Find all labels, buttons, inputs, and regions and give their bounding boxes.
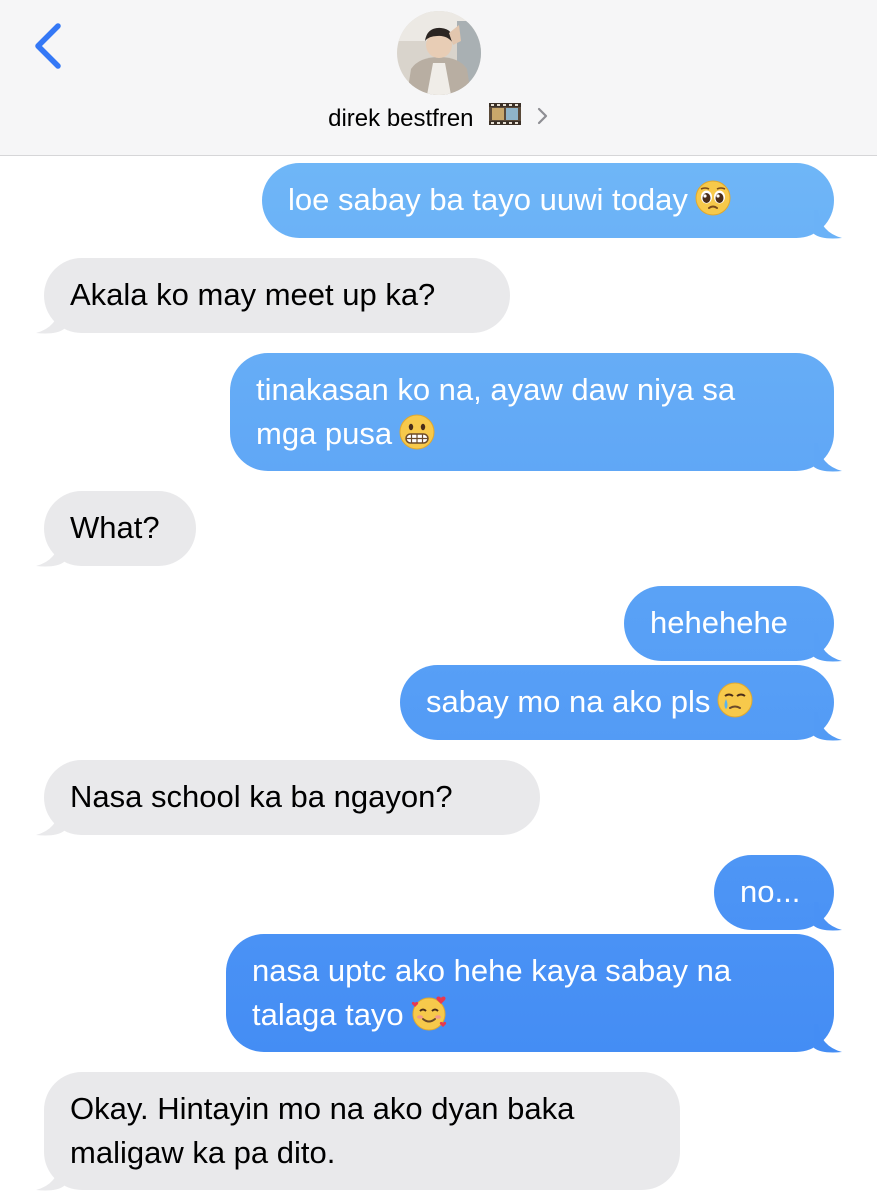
contact-avatar[interactable] <box>397 11 481 95</box>
message-text: nasa uptc ako hehe kaya sabay na talaga … <box>252 953 732 1032</box>
message-text: Okay. Hintayin mo na ako dyan baka malig… <box>70 1091 575 1170</box>
film-frames-icon <box>488 100 522 138</box>
incoming-message[interactable]: Akala ko may meet up ka? <box>44 258 510 333</box>
grimacing-face-icon <box>398 413 436 451</box>
incoming-message[interactable]: What? <box>44 491 196 566</box>
outgoing-message[interactable]: loe sabay ba tayo uuwi today <box>262 163 834 238</box>
chevron-right-icon <box>537 102 549 136</box>
message-text: tinakasan ko na, ayaw daw niya sa mga pu… <box>256 372 736 451</box>
message-text: What? <box>70 510 160 545</box>
outgoing-message[interactable]: tinakasan ko na, ayaw daw niya sa mga pu… <box>230 353 834 471</box>
bubble-tail <box>814 210 842 239</box>
bubble-tail <box>36 1162 64 1191</box>
message-text: Nasa school ka ba ngayon? <box>70 779 453 814</box>
outgoing-message[interactable]: hehehehe <box>624 586 834 661</box>
bubble-tail <box>814 633 842 662</box>
bubble-tail <box>814 443 842 472</box>
face-holding-back-tears-icon <box>716 681 754 719</box>
bubble-tail <box>36 538 64 567</box>
outgoing-message[interactable]: sabay mo na ako pls <box>400 665 834 740</box>
outgoing-message[interactable]: nasa uptc ako hehe kaya sabay na talaga … <box>226 934 834 1052</box>
bubble-tail <box>814 1024 842 1053</box>
back-button[interactable] <box>30 20 70 72</box>
chevron-left-icon <box>35 23 61 69</box>
bubble-tail <box>814 902 842 931</box>
message-text: loe sabay ba tayo uuwi today <box>288 182 688 217</box>
message-text: Akala ko may meet up ka? <box>70 277 436 312</box>
conversation-header: direk bestfren <box>0 0 877 156</box>
pleading-face-icon <box>694 179 732 217</box>
avatar-photo <box>397 11 481 95</box>
incoming-message[interactable]: Nasa school ka ba ngayon? <box>44 760 540 835</box>
contact-title[interactable]: direk bestfren <box>0 100 877 138</box>
bubble-tail <box>36 807 64 836</box>
smiling-face-with-hearts-icon <box>410 994 448 1032</box>
message-text: hehehehe <box>650 605 788 640</box>
message-text: sabay mo na ako pls <box>426 684 711 719</box>
bubble-tail <box>36 305 64 334</box>
contact-name: direk bestfren <box>328 105 474 132</box>
bubble-tail <box>814 712 842 741</box>
incoming-message[interactable]: Okay. Hintayin mo na ako dyan baka malig… <box>44 1072 680 1190</box>
message-text: no... <box>740 874 801 909</box>
